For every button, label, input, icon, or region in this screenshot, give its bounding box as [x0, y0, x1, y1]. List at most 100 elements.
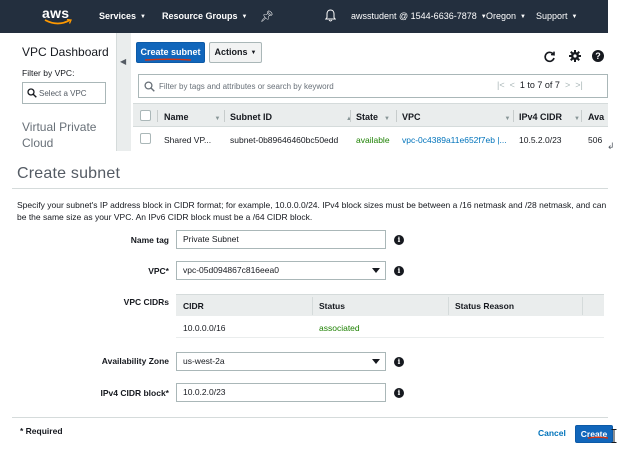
select-all-checkbox[interactable]	[140, 110, 151, 121]
column-divider	[513, 110, 514, 122]
aws-smile-icon	[44, 19, 72, 25]
column-header-vpc[interactable]: VPC ▼	[402, 112, 510, 122]
vpc-cidrs-label: VPC CIDRs	[123, 297, 169, 307]
cell-ipv4-cidr: 10.5.2.0/23	[519, 135, 562, 145]
name-tag-input[interactable]: Private Subnet	[176, 230, 386, 249]
cell-name: Shared VP...	[164, 135, 212, 145]
sort-icon: ▼	[384, 116, 390, 122]
dropdown-arrow-icon	[372, 268, 380, 273]
annotation-underline	[144, 58, 192, 61]
column-header-name[interactable]: Name ▼	[164, 112, 220, 122]
cell-cidr: 10.0.0.0/16	[183, 323, 226, 333]
info-icon[interactable]: i	[394, 235, 404, 245]
sidebar-collapse-toggle[interactable]: ◀	[117, 33, 131, 151]
column-divider	[157, 110, 158, 122]
create-button[interactable]: Create	[575, 425, 613, 443]
availability-zone-select[interactable]: us-west-2a	[176, 352, 386, 371]
search-icon	[27, 88, 37, 98]
divider	[12, 188, 608, 189]
table-row[interactable]: Shared VP... subnet-0b89646460bc50edd av…	[133, 127, 608, 151]
vpc-select-value: vpc-05d094867c816eea0	[183, 265, 279, 275]
column-divider	[312, 297, 313, 315]
sort-icon: ▼	[574, 116, 580, 122]
refresh-icon[interactable]	[543, 50, 556, 63]
cell-available-ips: 506	[588, 135, 603, 145]
vpc-label: VPC*	[148, 266, 169, 276]
prev-page-icon[interactable]: <	[510, 80, 515, 90]
column-header-state[interactable]: State ▼	[356, 112, 390, 122]
chevron-down-icon: ▼	[520, 14, 526, 20]
services-menu-label: Services	[99, 11, 137, 21]
availability-zone-value: us-west-2a	[183, 356, 225, 366]
cancel-button[interactable]: Cancel	[538, 428, 566, 438]
filter-by-vpc-label: Filter by VPC:	[22, 68, 75, 78]
chevron-left-icon: ◀	[120, 57, 127, 66]
cell-subnet-id: subnet-0b89646460bc50edd	[230, 135, 339, 145]
resource-groups-menu[interactable]: Resource Groups ▼	[162, 11, 247, 21]
next-page-icon[interactable]: >	[565, 80, 570, 90]
column-header-subnet-id[interactable]: Subnet ID ▲	[230, 112, 352, 122]
ipv4-cidr-block-label: IPv4 CIDR block*	[100, 388, 170, 398]
chevron-down-icon: ▼	[140, 14, 146, 20]
availability-zone-label: Availability Zone	[101, 356, 169, 366]
resource-groups-label: Resource Groups	[162, 11, 238, 21]
vpc-filter-select[interactable]: Select a VPC	[22, 82, 106, 104]
vpc-filter-placeholder: Select a VPC	[39, 89, 87, 98]
divider	[12, 417, 608, 418]
cell-status: associated	[319, 323, 360, 333]
cell-vpc-link[interactable]: vpc-0c4389a11e652f7eb |...	[402, 135, 507, 145]
search-icon	[144, 81, 155, 92]
dropdown-arrow-icon	[372, 359, 380, 364]
column-divider	[396, 110, 397, 122]
column-header-cidr: CIDR	[183, 301, 204, 311]
cidr-table-header: CIDR Status Status Reason	[176, 294, 604, 316]
top-nav-bar: aws Services ▼ Resource Groups ▼ 📌︎ awsstu…	[0, 0, 608, 33]
sort-icon: ▼	[214, 116, 221, 122]
column-header-status: Status	[319, 301, 345, 311]
bell-icon[interactable]	[325, 9, 336, 22]
help-icon[interactable]: ?	[592, 50, 604, 62]
chevron-down-icon: ▼	[571, 14, 578, 20]
column-header-ipv4-cidr[interactable]: IPv4 CIDR ▼	[519, 112, 580, 122]
last-page-icon[interactable]: >|	[575, 80, 583, 90]
required-note: * Required	[20, 426, 63, 436]
actions-label: Actions	[214, 47, 248, 57]
column-divider	[448, 297, 449, 315]
account-menu[interactable]: awsstudent @ 1544-6636-7878 ▼	[351, 11, 487, 21]
text-cursor-icon	[611, 429, 617, 443]
search-placeholder: Filter by tags and attributes or search …	[159, 82, 334, 91]
page-title: Create subnet	[17, 165, 121, 182]
actions-button[interactable]: Actions ▼	[209, 42, 262, 63]
region-menu[interactable]: Oregon ▼	[486, 11, 526, 21]
name-tag-label: Name tag	[130, 235, 169, 245]
gear-icon[interactable]	[569, 50, 581, 62]
sidebar-section-virtual-private-cloud: Virtual Private Cloud	[22, 120, 97, 150]
aws-console-screen: aws Services ▼ Resource Groups ▼ 📌︎ awsstu…	[0, 0, 619, 450]
column-divider	[581, 110, 582, 122]
first-page-icon[interactable]: |<	[497, 80, 505, 90]
sidebar-title-vpc-dashboard[interactable]: VPC Dashboard	[22, 45, 109, 59]
cell-state: available	[356, 135, 390, 145]
sort-asc-icon: ▲	[346, 116, 352, 122]
pagination-label: 1 to 7 of 7	[519, 80, 560, 90]
info-icon[interactable]: i	[394, 357, 404, 367]
column-divider	[224, 110, 225, 122]
services-menu[interactable]: Services ▼	[99, 11, 146, 21]
ipv4-cidr-block-input[interactable]: 10.0.2.0/23	[176, 383, 386, 402]
column-divider	[350, 110, 351, 122]
support-menu[interactable]: Support ▼	[536, 11, 577, 21]
chevron-down-icon: ▼	[250, 50, 257, 56]
svg-text:?: ?	[595, 51, 601, 61]
row-checkbox[interactable]	[140, 133, 151, 144]
account-label: awsstudent @ 1544-6636-7878	[351, 11, 477, 21]
form-description: Specify your subnet's IP address block i…	[17, 200, 607, 222]
column-header-available-ips[interactable]: Ava	[588, 112, 604, 122]
aws-logo[interactable]: aws	[42, 5, 78, 27]
support-label: Support	[536, 11, 568, 21]
pagination: |< < 1 to 7 of 7 > >|	[497, 80, 583, 90]
info-icon[interactable]: i	[394, 388, 404, 398]
pin-icon[interactable]: 📌︎	[260, 10, 274, 23]
vpc-select[interactable]: vpc-05d094867c816eea0	[176, 261, 386, 280]
info-icon[interactable]: i	[394, 266, 404, 276]
table-row: 10.0.0.0/16 associated	[176, 316, 604, 338]
